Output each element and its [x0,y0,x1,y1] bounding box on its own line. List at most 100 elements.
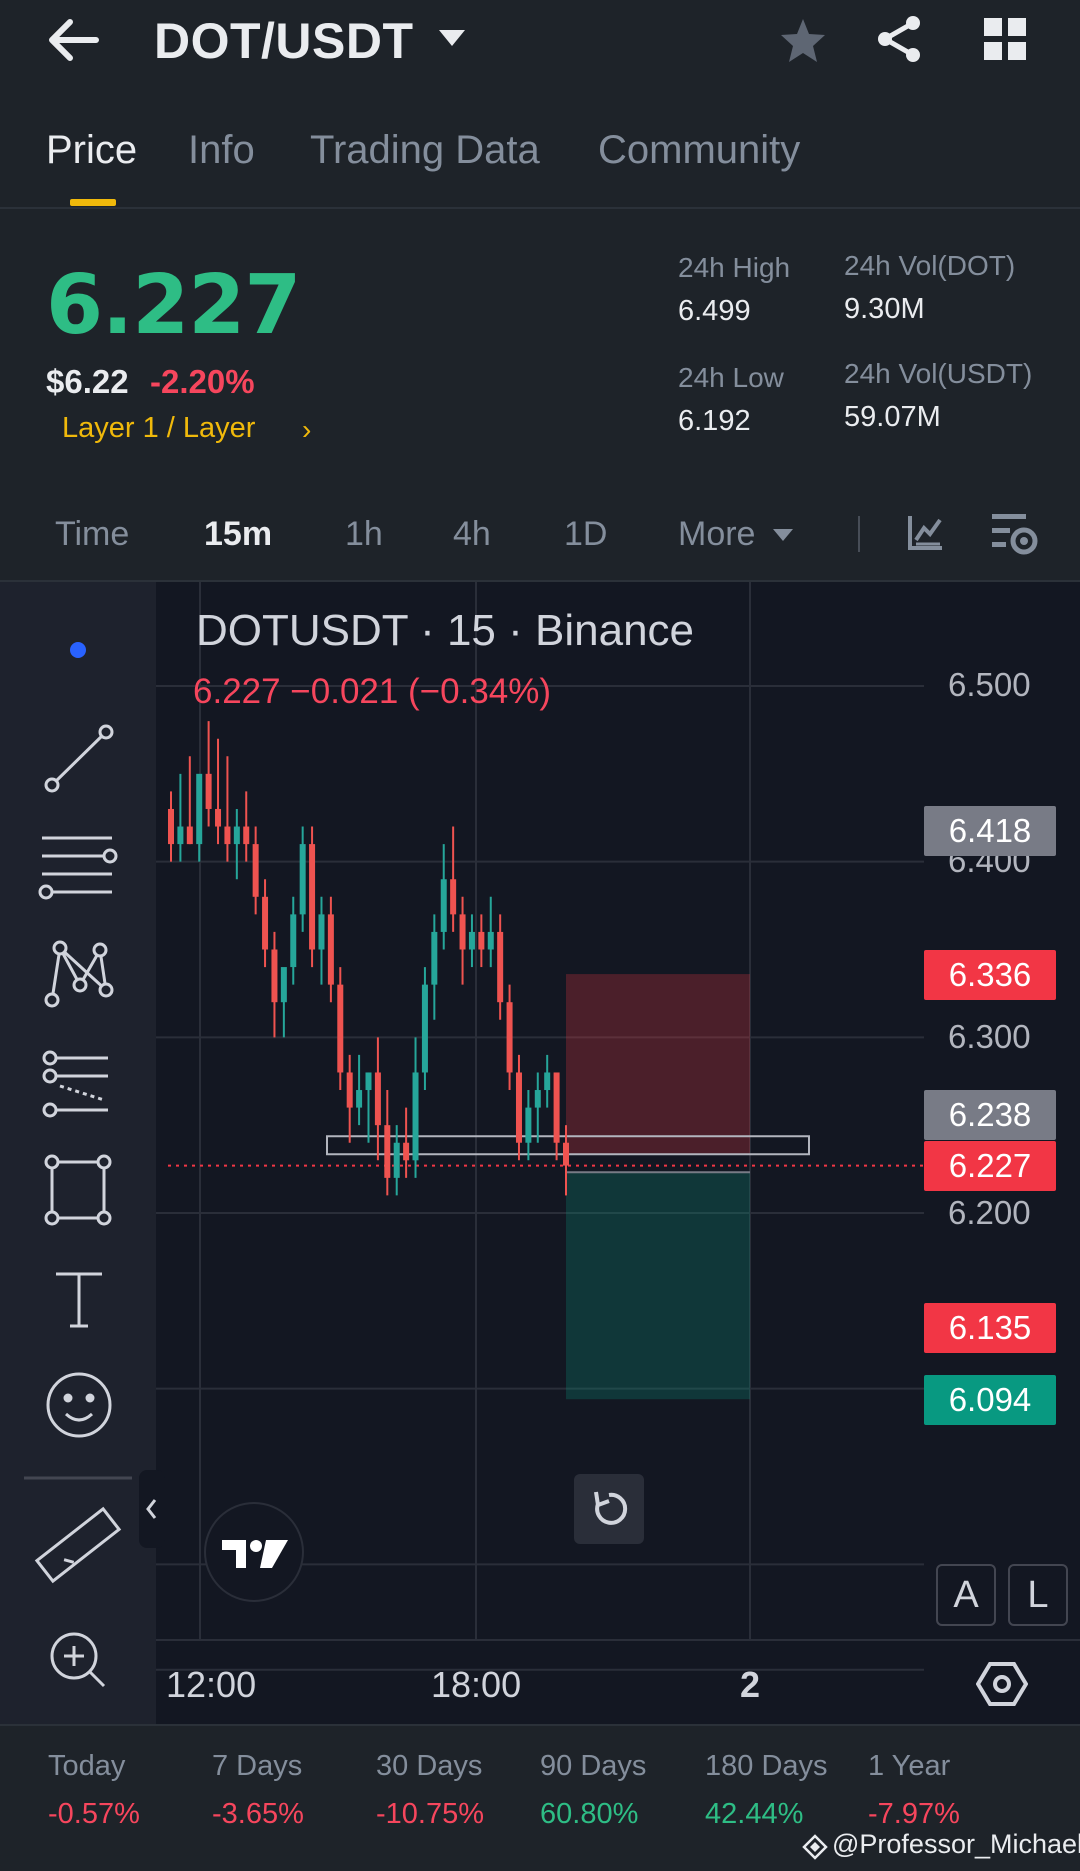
category-link[interactable]: Layer 1 / Layer [62,412,255,445]
candle-body [440,879,447,932]
collapse-toolbar-button[interactable] [139,1470,165,1548]
tradingview-logo[interactable] [204,1502,304,1602]
vol-usdt-label: 24h Vol(USDT) [844,358,1033,389]
high-value: 6.499 [678,295,751,327]
candle-body [186,826,193,845]
log-scale-button[interactable]: L [1008,1564,1068,1626]
candle-body [450,879,457,915]
take-profit-zone [566,1172,750,1400]
candle-body [497,931,504,1003]
axis-label: 6.300 [948,1018,1031,1055]
chart-settings-icon[interactable] [990,512,1040,556]
low-label: 24h Low [678,362,784,393]
divider [0,1724,1080,1726]
caret-down-icon[interactable] [437,28,467,48]
candle-body [337,984,344,1073]
share-icon[interactable] [872,12,926,66]
interval-1h[interactable]: 1h [345,515,383,554]
chevron-right-icon[interactable]: › [302,414,311,446]
perf-label-180d: 180 Days [705,1750,828,1782]
candle-body [459,914,466,950]
candle-body [280,967,287,1003]
indicator-icon[interactable] [906,512,946,552]
divider [0,207,1080,209]
hexagon-settings-icon[interactable] [976,1658,1028,1710]
candle-body [318,914,325,950]
tab-price[interactable]: Price [46,128,137,173]
change-percent: -2.20% [150,363,255,400]
stop-loss-zone [566,974,750,1155]
candle-body [403,1142,410,1161]
perf-value-30d: -10.75% [376,1798,485,1830]
candle-body [544,1072,551,1091]
candle-body [205,773,212,809]
candle-body [393,1142,400,1178]
interval-1d[interactable]: 1D [564,515,607,554]
drawing-toolbar-bg [0,582,156,1724]
chart-symbol-legend: DOTUSDT · 15 · Binance [196,606,695,655]
auto-scale-button[interactable]: A [936,1564,996,1626]
candle-body [525,1107,532,1143]
candle-body [262,896,269,950]
selected-tool-dot [70,642,86,658]
candle-body [215,808,222,827]
candle-body [196,773,203,845]
candle-body [534,1090,541,1108]
chart-ohlc-legend: 6.227 −0.021 (−0.34%) [193,672,552,711]
vol-dot-label: 24h Vol(DOT) [844,250,1016,281]
price-tag: 6.238 [924,1090,1056,1140]
price-tag: 6.227 [924,1141,1056,1191]
pair-title[interactable]: DOT/USDT [154,12,414,70]
candle-body [412,1072,419,1161]
grid-icon[interactable] [978,12,1032,66]
candle-body [290,914,297,968]
candle-body [224,826,231,845]
tab-trading-data[interactable]: Trading Data [310,128,540,173]
candle-body [356,1090,363,1108]
reset-chart-button[interactable] [574,1474,644,1544]
perf-value-1y: -7.97% [868,1798,960,1830]
high-label: 24h High [678,252,791,283]
candle-body [553,1072,560,1143]
axis-label: 6.500 [948,666,1031,703]
top-bar: DOT/USDT [0,0,1080,90]
perf-label-1y: 1 Year [868,1750,951,1782]
binance-logo-icon [802,1834,828,1860]
low-value: 6.192 [678,405,751,437]
tab-info[interactable]: Info [188,128,255,173]
price-chart[interactable] [0,582,1080,1724]
perf-value-180d: 42.44% [705,1798,804,1830]
candle-body [271,949,278,1003]
candle-body [384,1125,391,1178]
perf-label-90d: 90 Days [540,1750,647,1782]
vol-dot-value: 9.30M [844,293,925,325]
interval-4h[interactable]: 4h [453,515,491,554]
candle-body [299,844,306,915]
price-tag: 6.418 [924,806,1056,856]
candle-body [309,844,316,950]
star-icon[interactable] [776,14,830,68]
tab-community[interactable]: Community [598,128,800,173]
candle-body [487,931,494,950]
back-arrow-icon[interactable] [44,10,104,70]
perf-label-7d: 7 Days [212,1750,303,1782]
candle-body [563,1142,569,1166]
perf-label-today: Today [48,1750,126,1782]
caret-down-icon[interactable] [772,528,794,542]
candle-body [374,1072,381,1126]
candle-body [252,844,259,897]
perf-value-7d: -3.65% [212,1798,304,1830]
perf-value-today: -0.57% [48,1798,140,1830]
candle-body [233,826,240,845]
candle-body [506,1002,513,1073]
candle-body [421,984,428,1073]
perf-value-90d: 60.80% [540,1798,639,1830]
interval-15m[interactable]: 15m [204,515,272,554]
interval-time[interactable]: Time [55,515,129,554]
candle-body [243,826,250,845]
interval-more[interactable]: More [678,515,755,554]
axis-label: 6.200 [948,1194,1031,1231]
price-tag: 6.094 [924,1375,1056,1425]
active-tab-indicator [70,199,116,206]
last-price: 6.227 [46,258,301,353]
